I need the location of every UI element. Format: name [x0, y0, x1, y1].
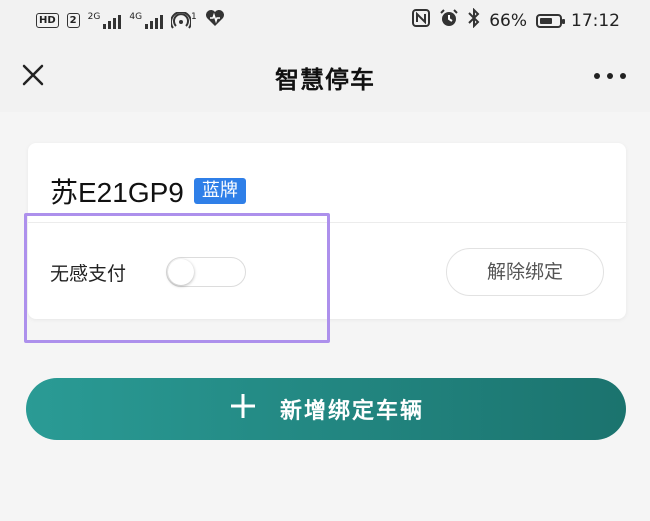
unbind-button[interactable]: 解除绑定 [446, 248, 604, 296]
plate-color-badge: 蓝牌 [193, 178, 246, 204]
status-bar: HD 2 2G 4G 1 66% 17:12 [0, 0, 650, 40]
network-2-label: 4G [129, 11, 143, 22]
battery-icon [536, 13, 565, 28]
signal-2g-icon: 2G [87, 11, 122, 29]
auto-pay-toggle[interactable] [166, 257, 246, 287]
toggle-knob [168, 259, 194, 285]
battery-fill [540, 17, 552, 24]
plus-icon [228, 391, 258, 427]
battery-percent: 66% [489, 10, 527, 31]
hotspot-count: 1 [191, 11, 197, 22]
sim-number: 2 [69, 15, 77, 26]
network-1-label: 2G [87, 11, 101, 22]
more-dot [594, 73, 600, 79]
hd-badge-text: HD [39, 15, 56, 26]
add-vehicle-label: 新增绑定车辆 [279, 399, 424, 424]
alarm-icon [439, 8, 459, 33]
more-dot [620, 73, 626, 79]
hotspot-icon: 1 [171, 11, 197, 30]
signal-4g-icon: 4G [129, 11, 164, 29]
bluetooth-icon [468, 7, 480, 33]
sim-badge: 2 [66, 13, 80, 28]
heart-icon [205, 9, 225, 32]
page-title: 智慧停车 [275, 66, 375, 94]
vehicle-card: 苏E21GP9 蓝牌 无感支付 解除绑定 [28, 143, 626, 319]
plate-number: 苏E21GP9 [50, 177, 184, 208]
nav-bar: 智慧停车 [0, 40, 650, 112]
nfc-icon [412, 9, 431, 32]
more-icon[interactable] [594, 73, 626, 79]
hd-badge: HD [36, 13, 59, 28]
clock-time: 17:12 [571, 10, 620, 31]
status-right: 66% 17:12 [412, 7, 620, 33]
auto-pay-label: 无感支付 [50, 263, 127, 285]
card-divider [28, 222, 626, 223]
add-vehicle-button[interactable]: 新增绑定车辆 [26, 378, 626, 440]
status-left: HD 2 2G 4G 1 [36, 9, 225, 32]
more-dot [607, 73, 613, 79]
plate-row: 苏E21GP9 蓝牌 [50, 171, 246, 211]
